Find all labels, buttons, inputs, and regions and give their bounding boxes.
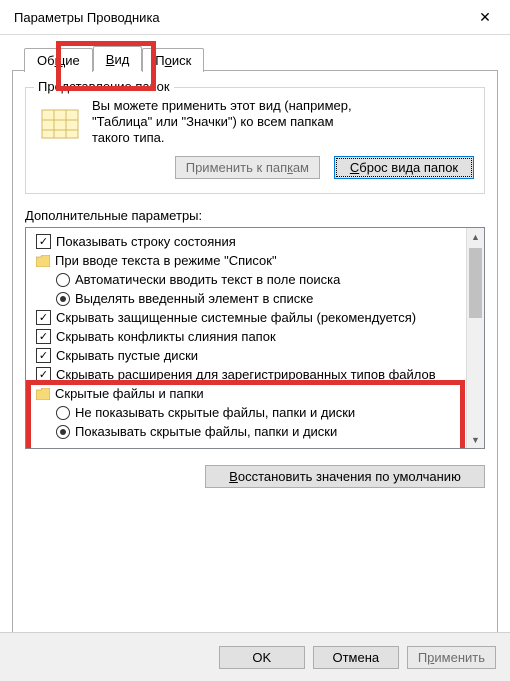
tree-row[interactable]: При вводе текста в режиме "Список" bbox=[28, 251, 465, 270]
tree-row-label: Скрывать защищенные системные файлы (рек… bbox=[56, 310, 416, 325]
checkbox-icon[interactable]: ✓ bbox=[36, 367, 51, 382]
scrollbar[interactable]: ▲ ▼ bbox=[466, 228, 484, 448]
radio-icon[interactable] bbox=[56, 406, 70, 420]
ok-button[interactable]: OK bbox=[219, 646, 305, 669]
tree-row[interactable]: Показывать скрытые файлы, папки и диски bbox=[28, 422, 465, 441]
tree-row-label: Не показывать скрытые файлы, папки и дис… bbox=[75, 405, 355, 420]
group-legend: Представление папок bbox=[34, 79, 174, 94]
scroll-up-icon[interactable]: ▲ bbox=[467, 228, 484, 245]
tree-row[interactable]: Выделять введенный элемент в списке bbox=[28, 289, 465, 308]
folder-icon bbox=[38, 102, 82, 146]
tree-row-label: Скрывать конфликты слияния папок bbox=[56, 329, 276, 344]
window-title: Параметры Проводника bbox=[10, 10, 470, 25]
tree-row[interactable]: Скрытые файлы и папки bbox=[28, 384, 465, 403]
restore-defaults-button[interactable]: Восстановить значения по умолчанию bbox=[205, 465, 485, 488]
close-icon[interactable]: ✕ bbox=[470, 9, 500, 26]
reset-folders-button[interactable]: Сброс вида папок bbox=[334, 156, 474, 179]
tab-search[interactable]: Поиск bbox=[142, 48, 204, 72]
tree-row[interactable]: ✓ Скрывать пустые диски bbox=[28, 346, 465, 365]
titlebar: Параметры Проводника ✕ bbox=[0, 0, 510, 35]
radio-icon[interactable] bbox=[56, 425, 70, 439]
cancel-button[interactable]: Отмена bbox=[313, 646, 399, 669]
tree-row-label: Скрывать расширения для зарегистрированн… bbox=[56, 367, 436, 382]
tab-general[interactable]: Общие bbox=[24, 48, 93, 72]
tree-row-label: Выделять введенный элемент в списке bbox=[75, 291, 313, 306]
tree-row[interactable]: ✓ Скрывать защищенные системные файлы (ре… bbox=[28, 308, 465, 327]
advanced-tree[interactable]: ✓ Показывать строку состояния При вводе те… bbox=[25, 227, 485, 449]
tree-row-label: Показывать строку состояния bbox=[56, 234, 236, 249]
tree-row[interactable]: ✓ Показывать строку состояния bbox=[28, 232, 465, 251]
tab-panel-view: Представление папок Вы можете применить … bbox=[12, 70, 498, 666]
tree-row-label: Скрытые файлы и папки bbox=[55, 386, 204, 401]
scroll-thumb[interactable] bbox=[469, 248, 482, 318]
folder-icon bbox=[36, 255, 50, 267]
tree-row[interactable]: Автоматически вводить текст в поле поиск… bbox=[28, 270, 465, 289]
checkbox-icon[interactable]: ✓ bbox=[36, 310, 51, 325]
tree-row[interactable]: ✓ Скрывать конфликты слияния папок bbox=[28, 327, 465, 346]
scroll-down-icon[interactable]: ▼ bbox=[467, 431, 484, 448]
tree-row-label: Показывать скрытые файлы, папки и диски bbox=[75, 424, 337, 439]
tree-row[interactable]: ✓ Скрывать расширения для зарегистрирован… bbox=[28, 365, 465, 384]
folder-icon bbox=[36, 388, 50, 400]
radio-icon[interactable] bbox=[56, 292, 70, 306]
folder-views-description: Вы можете применить этот вид (например, … bbox=[92, 98, 352, 146]
checkbox-icon[interactable]: ✓ bbox=[36, 234, 51, 249]
tab-strip: Общие Вид Поиск bbox=[12, 43, 498, 71]
tree-row-label: При вводе текста в режиме "Список" bbox=[55, 253, 277, 268]
radio-icon[interactable] bbox=[56, 273, 70, 287]
tree-row-label: Скрывать пустые диски bbox=[56, 348, 198, 363]
tree-row[interactable]: Не показывать скрытые файлы, папки и дис… bbox=[28, 403, 465, 422]
folder-views-group: Представление папок Вы можете применить … bbox=[25, 87, 485, 194]
dialog-footer: OK Отмена Применить bbox=[0, 632, 510, 681]
checkbox-icon[interactable]: ✓ bbox=[36, 329, 51, 344]
tab-view[interactable]: Вид bbox=[93, 46, 143, 71]
tree-row-label: Автоматически вводить текст в поле поиск… bbox=[75, 272, 340, 287]
advanced-label: Дополнительные параметры: bbox=[25, 208, 485, 223]
checkbox-icon[interactable]: ✓ bbox=[36, 348, 51, 363]
apply-button: Применить bbox=[407, 646, 496, 669]
apply-to-folders-button: Применить к папкам bbox=[175, 156, 320, 179]
